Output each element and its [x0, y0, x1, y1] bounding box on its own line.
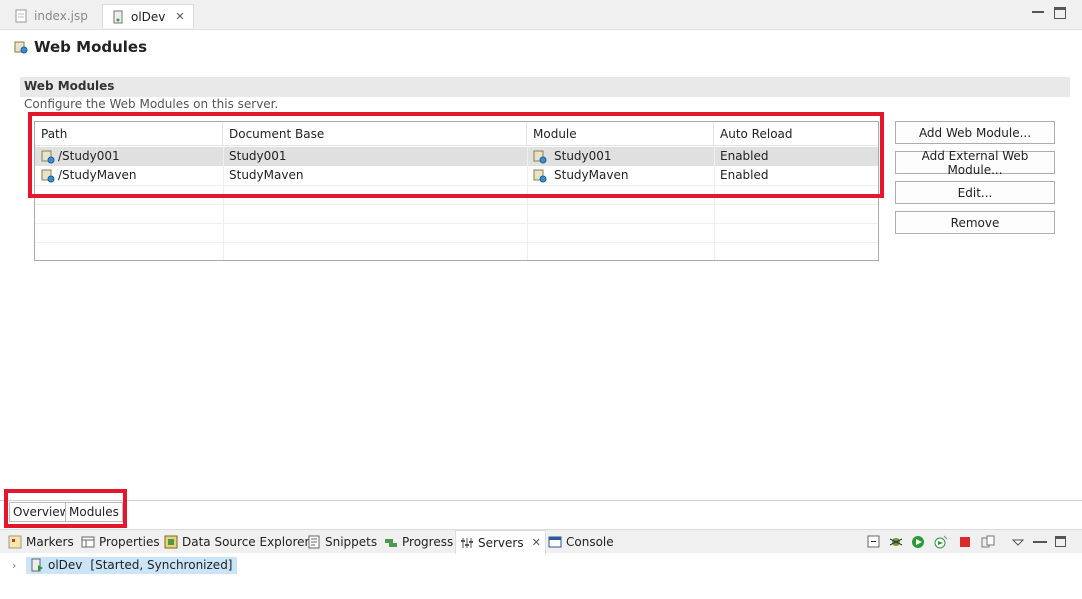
minimize-icon[interactable]	[1032, 5, 1044, 13]
column-header-path[interactable]: Path	[35, 122, 223, 146]
tab-label: olDev	[131, 9, 166, 24]
add-web-module-button[interactable]: Add Web Module...	[895, 121, 1055, 144]
remove-button[interactable]: Remove	[895, 211, 1055, 234]
grid-line	[35, 185, 878, 186]
maximize-icon[interactable]	[1055, 536, 1066, 547]
snippets-icon	[308, 535, 320, 549]
cell-module: StudyMaven	[527, 166, 628, 185]
cell-auto-reload: Enabled	[720, 168, 769, 182]
grid-line	[714, 146, 715, 260]
close-icon[interactable]: ✕	[175, 10, 184, 23]
grid-line	[527, 146, 528, 260]
grid-line	[35, 204, 878, 205]
cell-auto-reload: Enabled	[720, 149, 769, 163]
markers-icon	[8, 535, 22, 549]
profile-server-icon[interactable]	[934, 535, 948, 549]
edit-button[interactable]: Edit...	[895, 181, 1055, 204]
tab-label: index.jsp	[34, 9, 88, 23]
tab-snippets[interactable]: Snippets	[307, 530, 377, 554]
minimize-icon[interactable]	[1033, 535, 1047, 543]
expand-arrow-icon[interactable]: ›	[12, 559, 22, 572]
tab-modules[interactable]: Modules	[65, 502, 123, 522]
servers-icon	[461, 537, 473, 548]
tab-servers[interactable]: Servers ✕	[455, 530, 546, 554]
progress-icon	[385, 539, 397, 547]
tab-markers[interactable]: Markers	[8, 530, 74, 554]
grid-line	[35, 242, 878, 243]
jsp-file-icon	[15, 9, 27, 23]
column-header-document-base[interactable]: Document Base	[223, 122, 527, 146]
tab-console[interactable]: Console	[548, 530, 614, 554]
tab-properties[interactable]: Properties	[81, 530, 160, 554]
view-menu-icon[interactable]	[1011, 535, 1025, 549]
web-module-icon	[533, 169, 547, 182]
grid-line	[223, 146, 224, 260]
column-header-module[interactable]: Module	[527, 122, 714, 146]
console-icon	[548, 536, 562, 548]
server-icon	[113, 10, 123, 23]
section-description: Configure the Web Modules on this server…	[24, 97, 279, 111]
web-module-icon	[41, 169, 55, 182]
views-tab-bar: Markers Properties Data Source Explorer …	[0, 529, 1082, 554]
server-status: [Started, Synchronized]	[90, 557, 233, 572]
page-title: Web Modules	[14, 38, 147, 56]
grid-line	[35, 223, 878, 224]
publish-icon[interactable]	[981, 535, 995, 549]
server-tree-item[interactable]: › olDev [Started, Synchronized]	[12, 556, 237, 574]
web-module-icon	[533, 150, 547, 163]
table-header: Path Document Base Module Auto Reload	[35, 122, 878, 146]
cell-document-base: Study001	[229, 149, 287, 163]
column-header-auto-reload[interactable]: Auto Reload	[714, 122, 878, 146]
server-started-icon	[31, 558, 43, 572]
add-external-web-module-button[interactable]: Add External Web Module...	[895, 149, 1055, 177]
tab-index-jsp[interactable]: index.jsp	[6, 4, 96, 28]
collapse-all-icon[interactable]	[867, 535, 881, 549]
maximize-icon[interactable]	[1054, 7, 1066, 19]
debug-server-icon[interactable]	[889, 535, 903, 549]
cell-path: /Study001	[35, 147, 120, 166]
start-server-icon[interactable]	[911, 535, 925, 549]
page-title-text: Web Modules	[34, 38, 148, 56]
server-entry[interactable]: olDev [Started, Synchronized]	[26, 556, 237, 574]
server-name: olDev	[48, 557, 83, 572]
table-row[interactable]: /StudyMaven StudyMaven StudyMaven Enable…	[35, 166, 878, 185]
web-module-icon	[14, 41, 28, 54]
data-source-icon	[164, 535, 178, 549]
web-module-icon	[41, 150, 55, 163]
tab-overview[interactable]: Overview	[9, 502, 74, 522]
cell-module: Study001	[527, 147, 612, 166]
web-modules-table[interactable]: Path Document Base Module Auto Reload /S…	[34, 121, 879, 261]
editor-tab-bar: index.jsp olDev ✕	[0, 0, 1082, 30]
tab-data-source-explorer[interactable]: Data Source Explorer	[164, 530, 309, 554]
section-header: Web Modules	[20, 77, 1070, 97]
tab-oldev[interactable]: olDev ✕	[102, 4, 194, 28]
page-tab-bar	[0, 500, 1082, 526]
properties-icon	[81, 536, 95, 548]
close-icon[interactable]: ✕	[532, 536, 541, 549]
table-row[interactable]: /Study001 Study001 Study001 Enabled	[35, 147, 878, 166]
cell-path: /StudyMaven	[35, 166, 137, 185]
tab-progress[interactable]: Progress	[384, 530, 453, 554]
stop-server-icon[interactable]	[958, 535, 972, 549]
cell-document-base: StudyMaven	[229, 168, 304, 182]
